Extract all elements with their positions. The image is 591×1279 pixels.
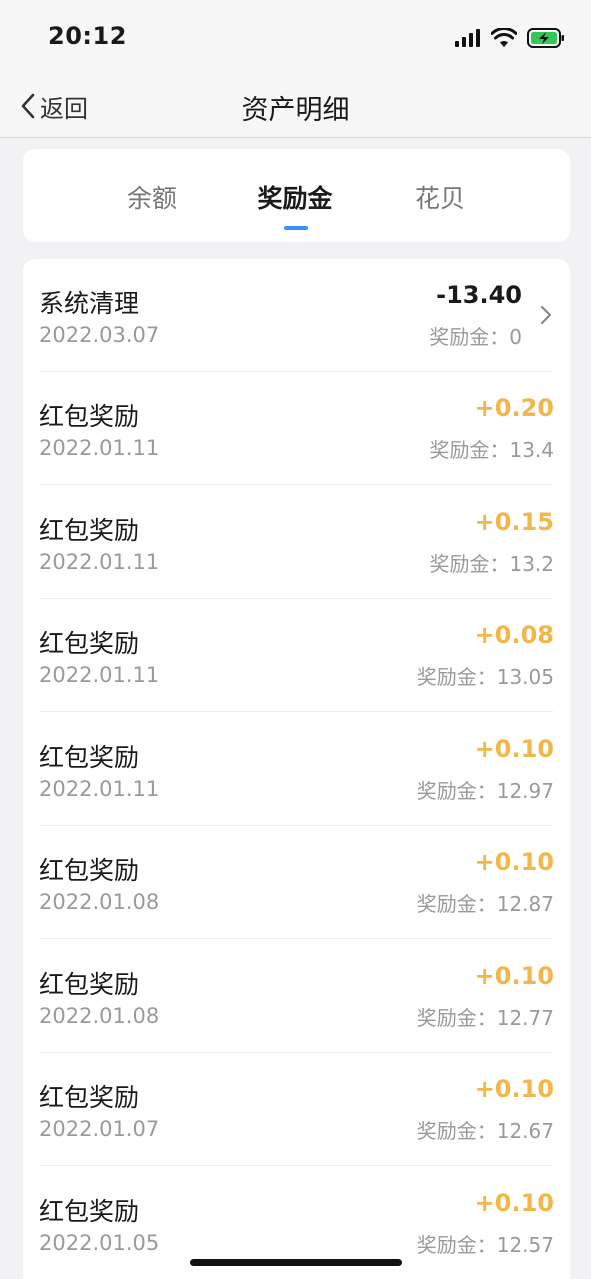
battery-charging-icon [527,28,564,48]
record-date: 2022.01.11 [39,663,160,687]
record-date: 2022.01.08 [39,890,160,914]
record-row[interactable]: 红包奖励 2022.01.08 +0.10 奖励金：12.87 [23,826,570,939]
record-amount: +0.10 [474,848,554,876]
row-divider [40,711,553,712]
tab-balance[interactable]: 余额 [127,179,177,215]
record-row[interactable]: 红包奖励 2022.01.08 +0.10 奖励金：12.77 [23,940,570,1053]
record-title: 红包奖励 [39,970,140,999]
record-date: 2022.01.11 [39,777,160,801]
record-balance: 奖励金：13.2 [429,552,554,576]
record-date: 2022.01.08 [39,1004,160,1028]
cellular-signal-icon [455,29,480,47]
chevron-right-icon [540,305,552,325]
record-balance: 奖励金：12.97 [416,779,554,803]
record-date: 2022.01.11 [39,550,160,574]
page-title: 资产明细 [241,95,350,126]
record-amount: -13.40 [436,281,522,309]
row-divider [40,938,553,939]
record-title: 红包奖励 [39,1197,140,1226]
records-list: 系统清理 2022.03.07 -13.40 奖励金：0 红包奖励 2022.0… [23,259,570,1279]
record-row[interactable]: 红包奖励 2022.01.11 +0.20 奖励金：13.4 [23,372,570,485]
tab-reward[interactable]: 奖励金 [257,179,332,215]
record-amount: +0.10 [474,735,554,763]
record-title: 红包奖励 [39,743,140,772]
status-bar: 20:12 [0,0,591,74]
record-title: 红包奖励 [39,629,140,658]
record-amount: +0.20 [474,394,554,422]
record-amount: +0.15 [474,508,554,536]
record-balance: 奖励金：13.4 [429,438,554,462]
record-balance: 奖励金：0 [429,325,522,349]
record-amount: +0.10 [474,1189,554,1217]
record-date: 2022.01.05 [39,1231,160,1255]
record-date: 2022.03.07 [39,323,160,347]
record-balance: 奖励金：12.87 [416,892,554,916]
record-date: 2022.01.07 [39,1117,160,1141]
record-balance: 奖励金：12.57 [416,1233,554,1257]
status-time: 20:12 [48,22,127,50]
record-row[interactable]: 红包奖励 2022.01.07 +0.10 奖励金：12.67 [23,1053,570,1166]
record-amount: +0.08 [474,621,554,649]
wifi-icon [491,28,517,47]
record-amount: +0.10 [474,962,554,990]
record-title: 红包奖励 [39,402,140,431]
record-title: 红包奖励 [39,856,140,885]
row-divider [40,484,553,485]
record-balance: 奖励金：12.67 [416,1119,554,1143]
record-balance: 奖励金：13.05 [416,665,554,689]
nav-bar: 返回 资产明细 [0,74,591,138]
record-row[interactable]: 红包奖励 2022.01.11 +0.10 奖励金：12.97 [23,713,570,826]
record-title: 系统清理 [39,289,140,318]
status-icons [455,26,565,50]
tab-huabei[interactable]: 花贝 [415,179,465,215]
record-date: 2022.01.11 [39,436,160,460]
record-title: 红包奖励 [39,516,140,545]
row-divider [40,1165,553,1166]
home-indicator[interactable] [190,1259,402,1266]
record-row[interactable]: 红包奖励 2022.01.11 +0.08 奖励金：13.05 [23,599,570,712]
record-amount: +0.10 [474,1075,554,1103]
record-row[interactable]: 红包奖励 2022.01.11 +0.15 奖励金：13.2 [23,486,570,599]
record-balance: 奖励金：12.77 [416,1006,554,1030]
record-row[interactable]: 系统清理 2022.03.07 -13.40 奖励金：0 [23,259,570,372]
record-title: 红包奖励 [39,1083,140,1112]
active-tab-indicator [284,226,308,230]
